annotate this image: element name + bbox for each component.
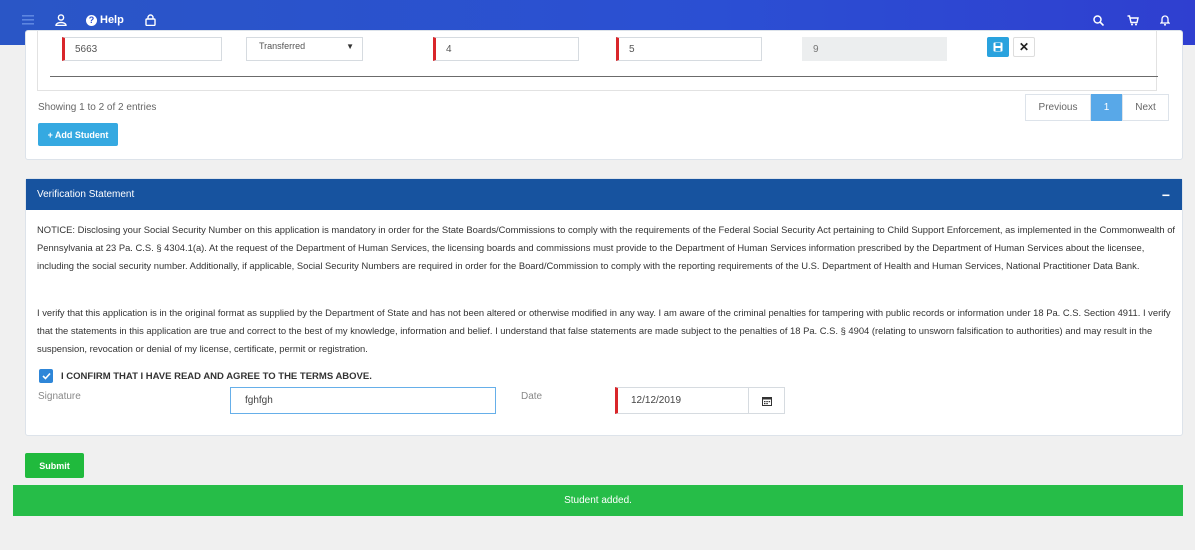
success-toast: Student added. [13,485,1183,516]
cancel-row-button[interactable]: ✕ [1013,37,1035,57]
status-select[interactable]: Transferred ▼ [246,37,363,61]
student-field-total-value: 9 [813,43,819,55]
plus-icon: + [47,129,53,140]
student-field-4[interactable]: 5 [616,37,762,61]
verification-title: Verification Statement [37,189,135,200]
close-icon: ✕ [1018,40,1030,54]
divider [50,76,1158,77]
submit-button[interactable]: Submit [25,453,84,478]
confirm-checkbox[interactable] [39,369,53,383]
student-field-4-value: 5 [629,43,635,55]
calendar-button[interactable] [748,387,785,414]
help-label: Help [100,14,124,26]
check-icon [41,372,51,380]
student-field-3-value: 4 [446,43,452,55]
date-label: Date [521,391,543,402]
student-field-1-value: 5663 [75,43,98,55]
student-field-1[interactable]: 5663 [62,37,222,61]
help-circle-icon: ? [86,14,97,26]
entries-info: Showing 1 to 2 of 2 entries [38,102,157,113]
chevron-down-icon: ▼ [346,42,354,51]
pagination: Previous 1 Next [1025,94,1169,121]
add-student-label: Add Student [54,129,109,140]
student-table: 5663 Transferred ▼ 4 5 9 ✕ [37,31,1157,91]
student-field-3[interactable]: 4 [433,37,579,61]
verification-card: Verification Statement − NOTICE: Disclos… [25,178,1183,436]
confirm-label: I CONFIRM THAT I HAVE READ AND AGREE TO … [61,370,372,382]
date-input[interactable]: 12/12/2019 [615,387,749,414]
signature-label: Signature [38,391,81,402]
verification-header: Verification Statement − [26,179,1182,210]
collapse-icon[interactable]: − [1162,187,1170,203]
signature-input[interactable]: fghfgh [230,387,496,414]
signature-value: fghfgh [245,395,273,406]
date-value: 12/12/2019 [631,395,682,406]
next-page-button[interactable]: Next [1122,94,1169,121]
previous-page-button[interactable]: Previous [1025,94,1091,121]
students-card: 5663 Transferred ▼ 4 5 9 ✕ [25,30,1183,160]
add-student-button[interactable]: + Add Student [38,123,118,146]
confirm-row: I CONFIRM THAT I HAVE READ AND AGREE TO … [39,369,372,383]
status-select-value: Transferred [259,41,306,51]
calendar-icon [761,396,772,406]
page-1-button[interactable]: 1 [1091,94,1122,121]
save-icon [993,42,1003,52]
student-field-total: 9 [802,37,947,61]
verify-paragraph: I verify that this application is in the… [37,307,1171,354]
save-row-button[interactable] [987,37,1009,57]
notice-paragraph: NOTICE: Disclosing your Social Security … [37,224,1176,271]
